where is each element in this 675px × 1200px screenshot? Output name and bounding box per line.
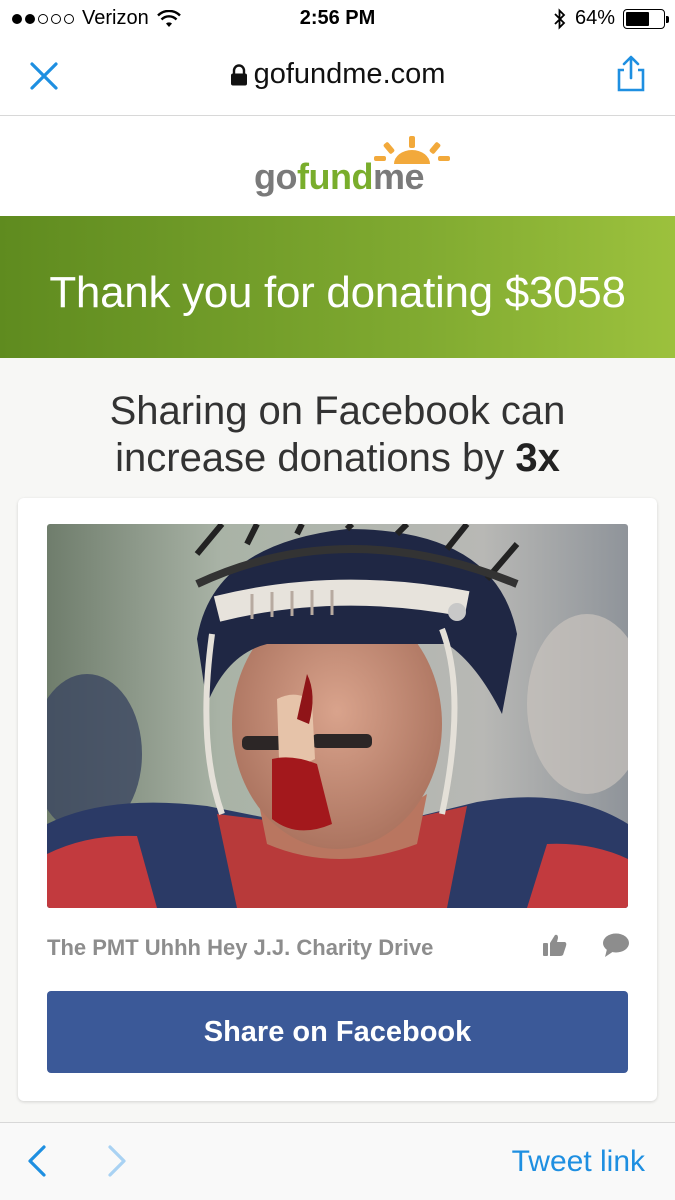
url-domain: gofundme.com	[253, 58, 446, 90]
forward-arrow-icon[interactable]	[104, 1143, 130, 1179]
battery-fill	[626, 11, 650, 26]
share-on-facebook-button[interactable]: Share on Facebook	[47, 991, 628, 1073]
comment-icon[interactable]	[602, 932, 630, 958]
browser-url-bar: gofundme.com	[0, 38, 675, 116]
share-multiplier: 3x	[515, 436, 560, 480]
url-display[interactable]: gofundme.com	[0, 58, 675, 91]
campaign-card: The PMT Uhhh Hey J.J. Charity Drive Shar…	[18, 498, 657, 1101]
battery-icon	[623, 8, 669, 29]
gofundme-logo[interactable]: gofundme	[254, 134, 454, 204]
status-right: 64%	[553, 7, 669, 30]
campaign-title[interactable]: The PMT Uhhh Hey J.J. Charity Drive	[47, 935, 433, 961]
site-header: gofundme	[0, 116, 675, 216]
bluetooth-icon	[554, 7, 566, 30]
logo-fund: fund	[296, 156, 373, 197]
share-prompt: Sharing on Facebook can increase donatio…	[0, 388, 675, 482]
share-prompt-line2: increase donations by 3x	[0, 435, 675, 482]
logo-go: go	[254, 156, 297, 197]
back-arrow-icon[interactable]	[24, 1143, 50, 1179]
lock-icon	[230, 64, 247, 86]
tweet-link-button[interactable]: Tweet link	[512, 1145, 645, 1179]
logo-me: me	[372, 156, 425, 197]
thumbs-up-icon[interactable]	[542, 932, 568, 958]
browser-toolbar: Tweet link	[0, 1122, 675, 1200]
thank-you-banner: Thank you for donating $3058	[0, 216, 675, 358]
thank-you-message: Thank you for donating $3058	[49, 268, 626, 317]
campaign-photo	[47, 524, 628, 908]
battery-percent: 64%	[574, 7, 615, 29]
football-player-image	[47, 524, 628, 908]
share-prompt-line1: Sharing on Facebook can	[109, 389, 566, 433]
share-icon[interactable]	[611, 54, 651, 94]
status-bar: Verizon 2:56 PM 64%	[0, 0, 675, 38]
share-prompt-prefix: increase donations by	[115, 436, 516, 480]
logo-wordmark: gofundme	[254, 156, 424, 198]
